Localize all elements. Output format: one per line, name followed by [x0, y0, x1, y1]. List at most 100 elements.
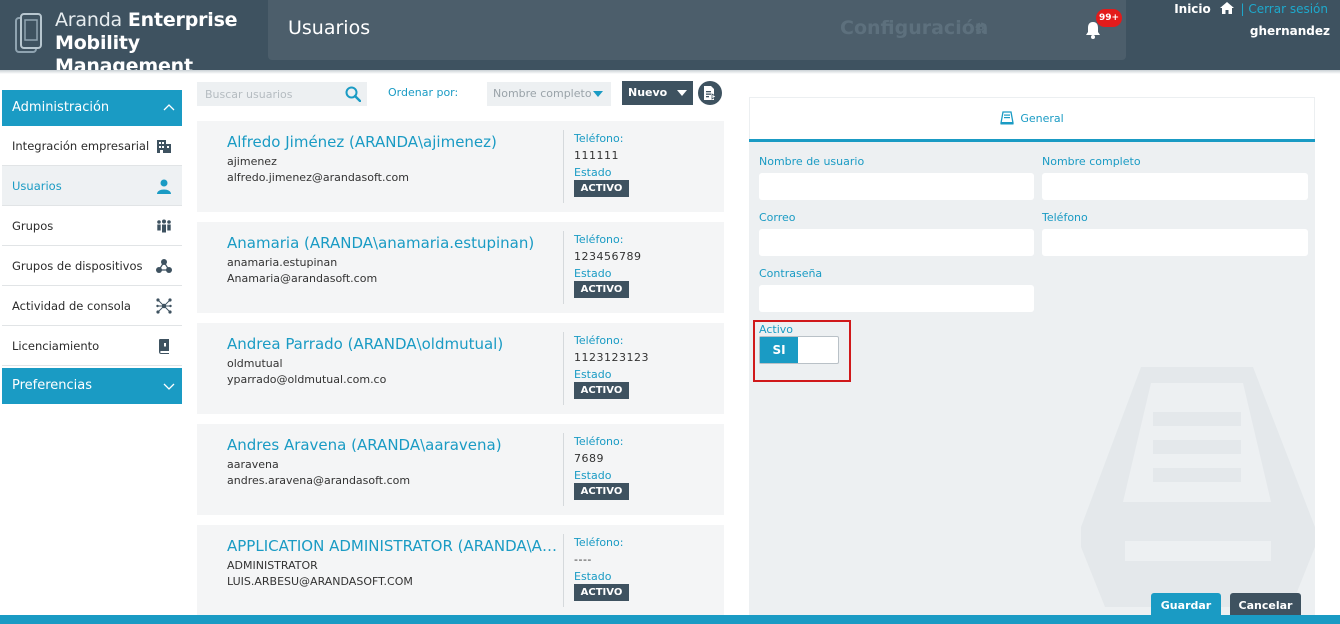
- export-document-icon: [704, 86, 717, 100]
- status-badge: ACTIVO: [574, 382, 629, 399]
- home-link[interactable]: Inicio: [1174, 2, 1211, 16]
- sidebar-item-label: Grupos de dispositivos: [12, 259, 143, 273]
- fullname-field[interactable]: [1042, 173, 1308, 200]
- watermark-document-icon: [1081, 367, 1315, 607]
- email-label: Correo: [759, 211, 796, 224]
- sidebar-section-preferencias[interactable]: Preferencias: [2, 368, 182, 404]
- tab-underline: [749, 139, 1315, 142]
- active-toggle[interactable]: SI: [759, 336, 839, 364]
- user-card-phone: 111111: [574, 149, 619, 162]
- user-card-divider: [563, 332, 564, 405]
- config-menu[interactable]: Configuración: [840, 17, 988, 39]
- search-box: [197, 82, 367, 106]
- sidebar-item-actividad-consola[interactable]: Actividad de consola: [2, 286, 182, 326]
- brand-name-bold: Enterprise: [127, 9, 238, 31]
- chevron-down-icon: [163, 383, 175, 390]
- detail-tabbar: General: [749, 97, 1315, 139]
- sidebar-section-label: Preferencias: [12, 378, 93, 393]
- brand-name: Aranda Enterprise Mobility Management: [55, 9, 265, 78]
- user-card-phone: 123456789: [574, 250, 642, 263]
- email-field[interactable]: [759, 229, 1034, 256]
- sidebar-section-administracion[interactable]: Administración: [2, 90, 182, 126]
- user-list: Alfredo Jiménez (ARANDA\ajimenez) ajimen…: [197, 121, 724, 624]
- sidebar-section-label: Administración: [12, 100, 110, 115]
- user-card-name[interactable]: Andrea Parrado (ARANDA\oldmutual): [227, 335, 557, 353]
- fullname-label: Nombre completo: [1042, 155, 1141, 168]
- sidebar-item-label: Grupos: [12, 219, 54, 233]
- user-card[interactable]: Anamaria (ARANDA\anamaria.estupinan) ana…: [197, 222, 724, 313]
- sidebar-item-grupos[interactable]: Grupos: [2, 206, 182, 246]
- user-card-state-label: Estado: [574, 368, 612, 381]
- user-card-login: ADMINISTRATOR: [227, 559, 318, 572]
- user-card[interactable]: APPLICATION ADMINISTRATOR (ARANDA\AD... …: [197, 525, 724, 616]
- building-icon: [157, 140, 171, 153]
- new-button[interactable]: Nuevo: [622, 81, 693, 105]
- user-card-email: alfredo.jimenez@arandasoft.com: [227, 171, 409, 184]
- user-card-name[interactable]: Anamaria (ARANDA\anamaria.estupinan): [227, 234, 557, 252]
- user-card-phone-label: Teléfono:: [574, 233, 624, 246]
- user-card-login: ajimenez: [227, 155, 277, 168]
- search-input[interactable]: [197, 82, 337, 106]
- user-card-state-label: Estado: [574, 166, 612, 179]
- password-field[interactable]: [759, 285, 1034, 312]
- user-card-name[interactable]: APPLICATION ADMINISTRATOR (ARANDA\AD...: [227, 537, 557, 555]
- user-card-login: anamaria.estupinan: [227, 256, 338, 269]
- top-header: Aranda Enterprise Mobility Management Us…: [0, 0, 1340, 77]
- sidebar-item-grupos-dispositivos[interactable]: Grupos de dispositivos: [2, 246, 182, 286]
- sidebar-item-label: Actividad de consola: [12, 299, 131, 313]
- sidebar-item-usuarios[interactable]: Usuarios: [2, 166, 182, 206]
- user-card-divider: [563, 534, 564, 607]
- sidebar-item-licenciamiento[interactable]: Licenciamiento: [2, 326, 182, 366]
- general-tab-icon: [1000, 111, 1015, 125]
- sidebar-item-label: Integración empresarial: [12, 139, 150, 153]
- header-shadow: [0, 70, 1340, 74]
- app-root: Aranda Enterprise Mobility Management Us…: [0, 0, 1340, 624]
- user-card-login: aaravena: [227, 458, 279, 471]
- user-card-phone-label: Teléfono:: [574, 435, 624, 448]
- status-badge: ACTIVO: [574, 584, 629, 601]
- password-label: Contraseña: [759, 267, 823, 280]
- user-card-phone: 7689: [574, 452, 604, 465]
- status-badge: ACTIVO: [574, 180, 629, 197]
- user-card[interactable]: Alfredo Jiménez (ARANDA\ajimenez) ajimen…: [197, 121, 724, 212]
- user-card-divider: [563, 130, 564, 203]
- logout-link[interactable]: Cerrar sesión: [1248, 2, 1328, 16]
- user-card-email: yparrado@oldmutual.com.co: [227, 373, 387, 386]
- page-title: Usuarios: [288, 17, 371, 39]
- user-card[interactable]: Andres Aravena (ARANDA\aaravena) aaraven…: [197, 424, 724, 515]
- brand[interactable]: Aranda Enterprise Mobility Management: [0, 0, 265, 77]
- sidebar-item-label: Usuarios: [12, 179, 62, 193]
- user-card-phone-label: Teléfono:: [574, 334, 624, 347]
- user-card-email: LUIS.ARBESU@ARANDASOFT.COM: [227, 575, 413, 588]
- search-icon[interactable]: [345, 86, 361, 102]
- user-card-name[interactable]: Andres Aravena (ARANDA\aaravena): [227, 436, 557, 454]
- phone-field[interactable]: [1042, 229, 1308, 256]
- export-button[interactable]: [698, 81, 722, 105]
- network-icon: [156, 298, 172, 314]
- user-card-phone: ----: [574, 553, 592, 566]
- brand-logo-icon: [15, 13, 42, 53]
- sort-select-value: Nombre completo: [493, 87, 592, 100]
- brand-name-light: Aranda: [55, 9, 122, 31]
- user-card-login: oldmutual: [227, 357, 283, 370]
- caret-down-icon: [593, 91, 603, 97]
- notification-badge[interactable]: 99+: [1096, 9, 1123, 27]
- chevron-up-icon: [163, 104, 175, 111]
- sidebar-item-label: Licenciamiento: [12, 339, 100, 353]
- sidebar-item-integracion[interactable]: Integración empresarial: [2, 126, 182, 166]
- status-badge: ACTIVO: [574, 281, 629, 298]
- user-card-email: andres.aravena@arandasoft.com: [227, 474, 411, 487]
- user-card[interactable]: Andrea Parrado (ARANDA\oldmutual) oldmut…: [197, 323, 724, 414]
- username-field[interactable]: [759, 173, 1034, 200]
- link-separator: |: [1240, 2, 1245, 16]
- user-card-name[interactable]: Alfredo Jiménez (ARANDA\ajimenez): [227, 133, 557, 151]
- home-icon[interactable]: [1219, 2, 1234, 14]
- sort-select[interactable]: Nombre completo: [487, 82, 611, 106]
- gear-icon[interactable]: [974, 21, 988, 35]
- user-card-state-label: Estado: [574, 267, 612, 280]
- user-card-divider: [563, 433, 564, 506]
- current-username[interactable]: ghernandez: [1250, 24, 1330, 38]
- tab-general[interactable]: General: [750, 98, 1314, 140]
- active-label: Activo: [759, 323, 793, 336]
- book-icon: [159, 339, 169, 354]
